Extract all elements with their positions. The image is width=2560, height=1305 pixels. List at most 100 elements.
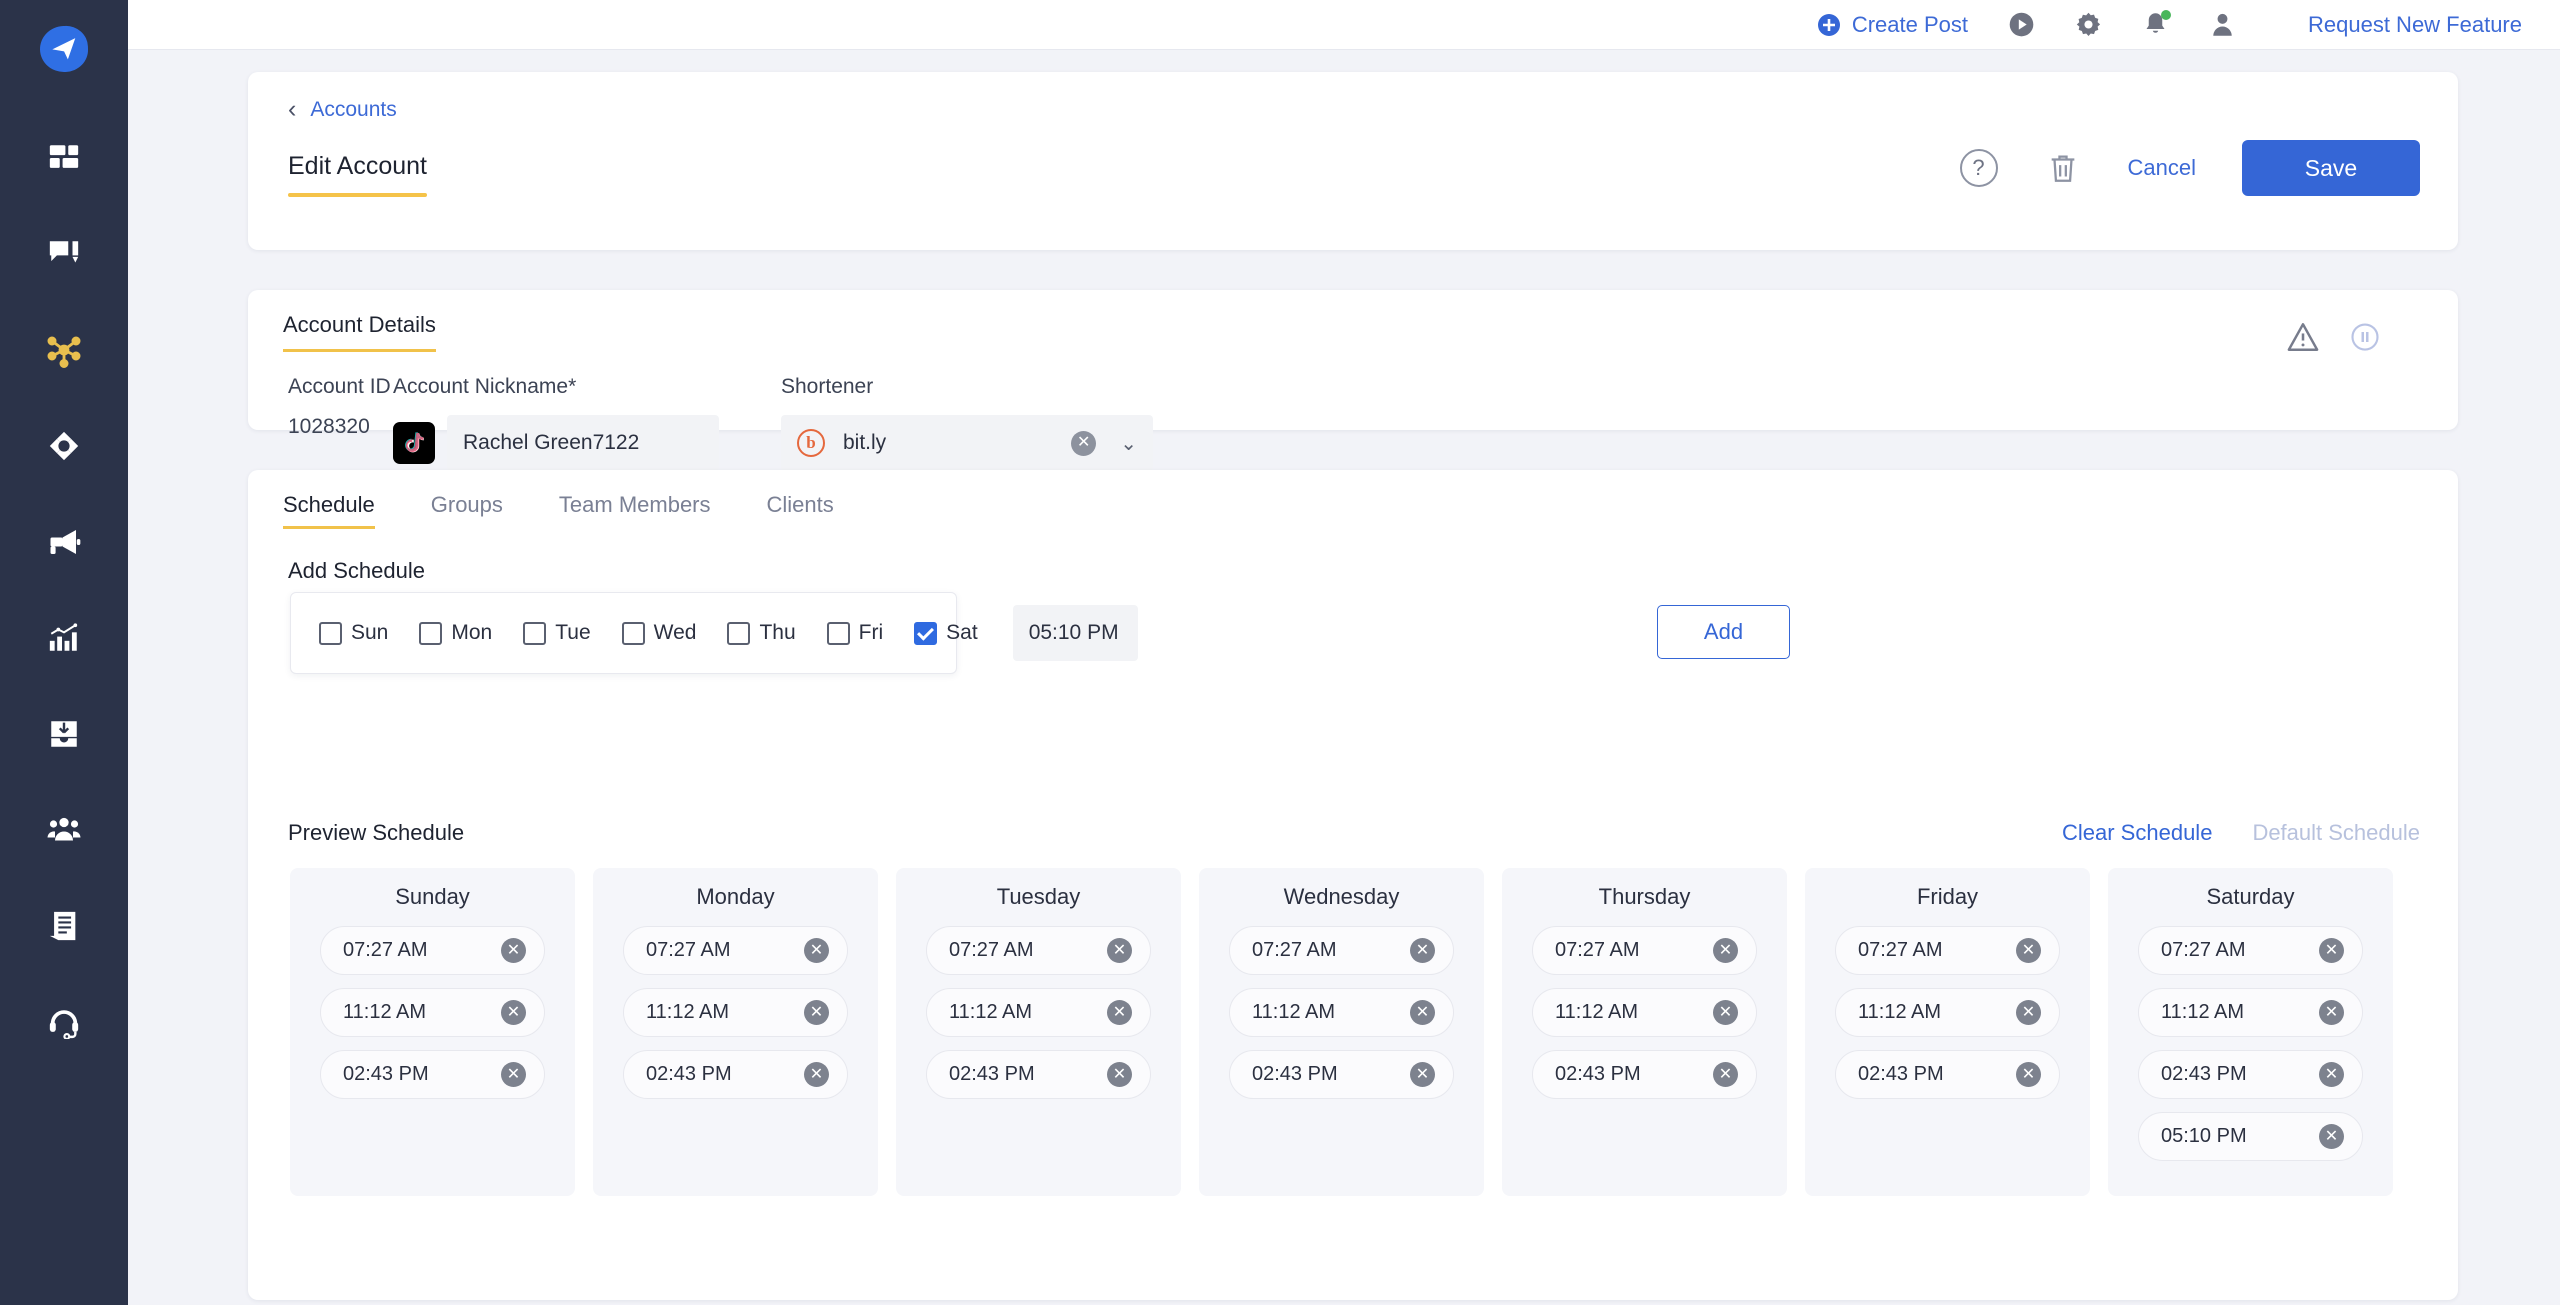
sidebar-item-reports[interactable]: [0, 878, 128, 974]
day-column-title: Tuesday: [996, 884, 1081, 909]
day-label-sun: Sun: [351, 621, 389, 644]
remove-time-button[interactable]: ✕: [501, 1000, 526, 1025]
play-circle-button[interactable]: [2008, 11, 2035, 38]
day-checkbox-thu[interactable]: Thu: [727, 621, 796, 645]
tab-team-members[interactable]: Team Members: [531, 492, 739, 529]
clear-schedule-button[interactable]: Clear Schedule: [2062, 820, 2212, 846]
schedule-time-chip: 07:27 AM ✕: [1532, 926, 1757, 975]
account-nickname-input[interactable]: [447, 415, 719, 471]
default-schedule-button[interactable]: Default Schedule: [2252, 820, 2420, 846]
schedule-card: Schedule Groups Team Members Clients Add…: [248, 470, 2458, 1300]
sidebar-item-compose[interactable]: [0, 206, 128, 302]
day-checkbox-sun[interactable]: Sun: [319, 621, 388, 645]
create-post-button[interactable]: Create Post: [1817, 12, 1968, 38]
shortener-label: Shortener: [781, 375, 874, 398]
checkbox-thu[interactable]: [727, 621, 751, 645]
breadcrumb-back-accounts[interactable]: ‹ Accounts: [288, 97, 397, 122]
schedule-time-chip: 07:27 AM ✕: [926, 926, 1151, 975]
day-label-fri: Fri: [858, 621, 884, 644]
checkbox-sun[interactable]: [319, 621, 342, 645]
day-label-wed: Wed: [653, 621, 697, 644]
account-nickname-field: Account Nickname*: [393, 375, 719, 471]
warning-triangle-icon[interactable]: [2286, 320, 2320, 354]
preview-schedule-grid: Sunday 07:27 AM ✕ 11:12 AM ✕ 02:43 PM ✕ Monday 0…: [290, 868, 2418, 1196]
checkbox-sat[interactable]: [914, 621, 938, 645]
request-new-feature-link[interactable]: Request New Feature: [2308, 12, 2522, 38]
remove-time-button[interactable]: ✕: [1107, 1062, 1132, 1087]
gear-icon: [2076, 12, 2101, 36]
schedule-time-chip: 02:43 PM ✕: [1835, 1050, 2060, 1099]
top-navigation-bar: Create Post Request New Feature: [128, 0, 2560, 50]
day-checkbox-tue[interactable]: Tue: [523, 621, 591, 645]
remove-time-button[interactable]: ✕: [1713, 938, 1738, 963]
schedule-time-input[interactable]: [1012, 605, 1138, 661]
settings-button[interactable]: [2075, 11, 2102, 38]
remove-time-button[interactable]: ✕: [1713, 1062, 1738, 1087]
day-picker-panel: Sun Mon Tue Wed Thu Fri Sat 05:10 PM: [290, 592, 1138, 674]
bitly-letter: b: [806, 433, 816, 452]
day-checkbox-fri[interactable]: Fri: [826, 621, 884, 645]
tiktok-icon: [393, 422, 435, 464]
tab-clients[interactable]: Clients: [739, 492, 862, 529]
schedule-time-label: 02:43 PM: [1858, 1063, 1944, 1085]
sidebar-item-analytics[interactable]: [0, 590, 128, 686]
delete-account-button[interactable]: [2046, 151, 2080, 185]
schedule-time-chip: 11:12 AM ✕: [926, 988, 1151, 1037]
chevron-down-icon[interactable]: ⌄: [1120, 431, 1137, 456]
day-checkbox-sat[interactable]: Sat: [914, 621, 978, 645]
schedule-time-chip: 07:27 AM ✕: [1229, 926, 1454, 975]
add-schedule-label: Add Schedule: [288, 558, 425, 583]
remove-time-button[interactable]: ✕: [501, 1062, 526, 1087]
remove-time-button[interactable]: ✕: [1410, 1062, 1435, 1087]
notifications-button[interactable]: [2142, 10, 2171, 38]
inbox-download-icon: [51, 721, 77, 747]
remove-time-button[interactable]: ✕: [2319, 938, 2344, 963]
day-checkbox-wed[interactable]: Wed: [621, 621, 697, 645]
remove-time-button[interactable]: ✕: [1713, 1000, 1738, 1025]
day-checkbox-mon[interactable]: Mon: [419, 621, 492, 645]
clear-shortener-button[interactable]: ✕: [1071, 430, 1097, 456]
checkbox-mon[interactable]: [419, 621, 443, 645]
remove-time-button[interactable]: ✕: [2319, 1000, 2344, 1025]
remove-time-button[interactable]: ✕: [2319, 1124, 2344, 1149]
pause-circle-icon[interactable]: [2350, 322, 2380, 352]
bell-icon: [2146, 13, 2165, 33]
remove-time-button[interactable]: ✕: [804, 1062, 829, 1087]
remove-time-button[interactable]: ✕: [2016, 938, 2041, 963]
sidebar-item-team[interactable]: [0, 782, 128, 878]
remove-time-button[interactable]: ✕: [804, 1000, 829, 1025]
sidebar-item-dashboard[interactable]: [0, 110, 128, 206]
remove-time-button[interactable]: ✕: [2319, 1062, 2344, 1087]
app-logo[interactable]: [39, 25, 89, 73]
sidebar-item-inbox[interactable]: [0, 686, 128, 782]
save-button[interactable]: Save: [2242, 140, 2420, 196]
user-profile-button[interactable]: [2209, 11, 2236, 38]
day-column-thursday: Thursday 07:27 AM ✕ 11:12 AM ✕ 02:43 PM ✕: [1502, 868, 1787, 1196]
tab-groups[interactable]: Groups: [403, 492, 531, 529]
remove-time-button[interactable]: ✕: [1107, 938, 1132, 963]
checkbox-wed[interactable]: [621, 621, 645, 645]
cancel-button[interactable]: Cancel: [2128, 155, 2196, 181]
tab-schedule[interactable]: Schedule: [283, 492, 403, 529]
help-button[interactable]: ?: [1959, 149, 1998, 187]
checkbox-fri[interactable]: [826, 621, 850, 645]
remove-time-button[interactable]: ✕: [501, 938, 526, 963]
paper-plane-icon: [52, 38, 76, 60]
remove-time-button[interactable]: ✕: [2016, 1062, 2041, 1087]
schedule-time-label: 07:27 AM: [646, 939, 731, 961]
sidebar-item-campaigns[interactable]: [0, 494, 128, 590]
dashboard-icon: [49, 145, 79, 168]
remove-time-button[interactable]: ✕: [2016, 1000, 2041, 1025]
shortener-select[interactable]: b bit.ly ✕ ⌄: [781, 415, 1153, 471]
remove-time-button[interactable]: ✕: [1107, 1000, 1132, 1025]
account-id-field: Account ID 1028320: [288, 375, 391, 439]
remove-time-button[interactable]: ✕: [1410, 1000, 1435, 1025]
checkbox-tue[interactable]: [523, 621, 547, 645]
remove-time-button[interactable]: ✕: [804, 938, 829, 963]
add-schedule-button[interactable]: Add: [1657, 605, 1790, 659]
sidebar-item-support[interactable]: [0, 974, 128, 1070]
day-column-tuesday: Tuesday 07:27 AM ✕ 11:12 AM ✕ 02:43 PM ✕: [896, 868, 1181, 1196]
remove-time-button[interactable]: ✕: [1410, 938, 1435, 963]
sidebar-item-network[interactable]: [0, 302, 128, 398]
sidebar-item-discovery[interactable]: [0, 398, 128, 494]
